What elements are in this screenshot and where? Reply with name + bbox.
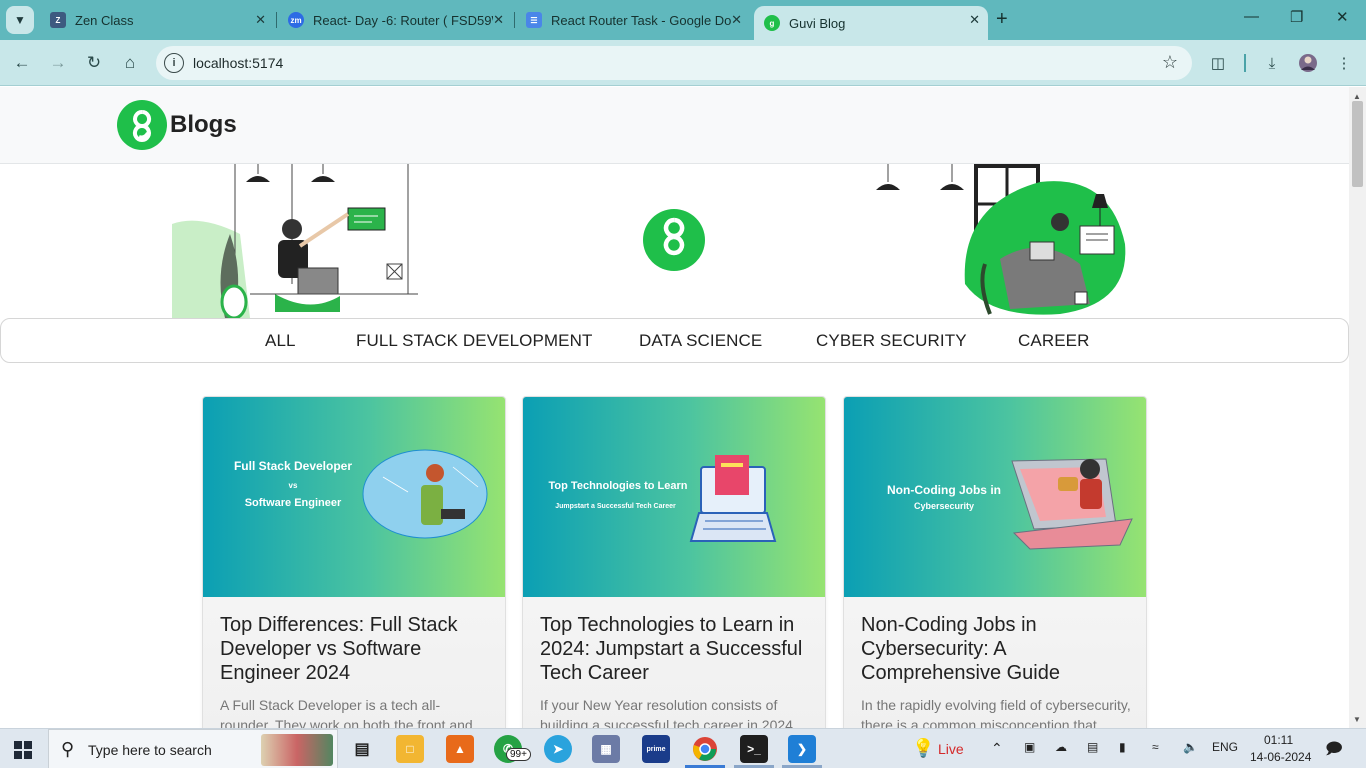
telegram-icon[interactable]: ➤: [544, 735, 572, 763]
chevron-down-icon: ▼: [14, 13, 26, 27]
category-full-stack-development[interactable]: FULL STACK DEVELOPMENT: [356, 331, 592, 351]
calculator-icon[interactable]: ▦: [592, 735, 620, 763]
card-title[interactable]: Top Technologies to Learn in 2024: Jumps…: [540, 613, 810, 685]
zoom-favicon-icon: zm: [288, 12, 304, 28]
tab-search-button[interactable]: ▼: [6, 6, 34, 34]
card-banner-image: Full Stack Developer vs Software Enginee…: [203, 397, 505, 597]
blog-card-top-technologies[interactable]: Top Technologies to Learn Jumpstart a Su…: [522, 396, 826, 728]
tab-zoom-recording[interactable]: zm React- Day -6: Router ( FSD59W ✕: [278, 6, 512, 34]
laptop-book-illustration-icon: [689, 455, 777, 542]
tab-guvi-blog[interactable]: g Guvi Blog ✕: [754, 6, 988, 40]
card-banner-image: Non-Coding Jobs in Cybersecurity: [844, 397, 1146, 597]
guvi-favicon-icon: g: [764, 15, 780, 31]
live-label[interactable]: Live: [938, 741, 964, 757]
vscode-icon[interactable]: ❯: [788, 735, 816, 763]
blog-card-full-stack-vs-software-engineer[interactable]: Full Stack Developer vs Software Enginee…: [202, 396, 506, 728]
extensions-puzzle-icon[interactable]: ◫: [1206, 52, 1230, 74]
clock-date[interactable]: 14-06-2024: [1250, 750, 1311, 764]
card-title[interactable]: Non-Coding Jobs in Cybersecurity: A Comp…: [861, 613, 1131, 685]
prime-video-icon[interactable]: prime: [642, 735, 670, 763]
terminal-icon[interactable]: >_: [740, 735, 768, 763]
close-tab-icon[interactable]: ✕: [255, 12, 266, 28]
scroll-up-arrow-icon[interactable]: ▲: [1353, 92, 1361, 101]
language-indicator[interactable]: ENG: [1212, 740, 1238, 754]
category-nav: ALL FULL STACK DEVELOPMENT DATA SCIENCE …: [0, 318, 1349, 363]
browser-toolbar: ← → ↻ ⌂ i localhost:5174 ☆ ◫ ⤓ ⋮: [0, 40, 1366, 86]
meet-now-icon[interactable]: ▣: [1024, 740, 1035, 754]
scroll-thumb[interactable]: [1352, 101, 1363, 187]
tab-title: React- Day -6: Router ( FSD59W: [313, 12, 493, 28]
developer-illustration-icon: [362, 449, 488, 539]
card-description: A Full Stack Developer is a tech all-rou…: [220, 697, 473, 728]
category-all[interactable]: ALL: [265, 331, 296, 351]
restore-icon[interactable]: ❐: [1290, 8, 1303, 26]
logo-text: Blogs: [170, 111, 237, 138]
live-lightbulb-icon[interactable]: 💡: [912, 738, 934, 759]
windows-taskbar: ⚲ Type here to search ▤ □ ▲ ✆ 99+ ➤ ▦ pr…: [0, 728, 1366, 768]
show-hidden-icons-chevron-icon[interactable]: ⌃: [991, 740, 1003, 757]
card-description: In the rapidly evolving field of cyberse…: [861, 697, 1131, 728]
display-icon[interactable]: ▤: [1087, 740, 1098, 754]
battery-icon[interactable]: ▮: [1119, 740, 1126, 754]
card-banner-image: Top Technologies to Learn Jumpstart a Su…: [523, 397, 825, 597]
taskbar-search-box[interactable]: ⚲ Type here to search: [48, 729, 338, 768]
category-data-science[interactable]: DATA SCIENCE: [639, 331, 762, 351]
search-icon: ⚲: [61, 739, 75, 759]
scroll-down-arrow-icon[interactable]: ▼: [1353, 715, 1361, 724]
category-cyber-security[interactable]: CYBER SECURITY: [816, 331, 967, 351]
guvi-logo-icon: [117, 100, 167, 150]
category-career[interactable]: CAREER: [1018, 331, 1089, 351]
task-view-icon[interactable]: ▤: [348, 735, 376, 763]
chrome-icon[interactable]: [691, 735, 719, 763]
site-info-icon[interactable]: i: [164, 53, 184, 73]
site-header: Blogs: [0, 87, 1349, 164]
zen-class-favicon-icon: Z: [50, 12, 66, 28]
hero-illustration: [172, 164, 1126, 320]
guvi-blogs-logo[interactable]: Blogs: [117, 100, 237, 150]
volume-muted-icon[interactable]: 🔈: [1183, 740, 1198, 754]
google-docs-favicon-icon: ☰: [526, 12, 542, 28]
downloads-icon[interactable]: ⤓: [1260, 52, 1284, 74]
minimize-icon[interactable]: —: [1244, 8, 1259, 25]
tab-zen-class[interactable]: Z Zen Class ✕: [40, 6, 274, 34]
kebab-menu-icon[interactable]: ⋮: [1332, 52, 1356, 74]
clock-time[interactable]: 01:11: [1264, 733, 1293, 747]
close-tab-icon[interactable]: ✕: [731, 12, 742, 28]
back-arrow-icon[interactable]: ←: [11, 52, 33, 74]
windows-start-icon[interactable]: [14, 741, 32, 764]
blog-card-non-coding-cybersecurity[interactable]: Non-Coding Jobs in Cybersecurity Non-Cod…: [843, 396, 1147, 728]
whatsapp-notification-badge: 99+: [506, 748, 531, 761]
browser-tab-strip: ▼ Z Zen Class ✕ zm React- Day -6: Router…: [0, 0, 1366, 40]
tab-google-doc[interactable]: ☰ React Router Task - Google Doc ✕: [516, 6, 750, 34]
notifications-icon[interactable]: 🗩: [1325, 738, 1343, 765]
page-scrollbar[interactable]: ▲ ▼: [1349, 87, 1366, 728]
tab-title: Guvi Blog: [789, 15, 846, 31]
card-title[interactable]: Top Differences: Full Stack Developer vs…: [220, 613, 490, 685]
card-description: If your New Year resolution consists of …: [540, 697, 793, 728]
tab-title: Zen Class: [75, 12, 134, 28]
close-window-icon[interactable]: ✕: [1336, 8, 1349, 26]
search-highlight-books-icon: [261, 734, 333, 766]
home-icon[interactable]: ⌂: [119, 52, 141, 74]
bookmark-star-icon[interactable]: ☆: [1162, 52, 1178, 73]
onedrive-cloud-icon[interactable]: ☁: [1055, 740, 1067, 754]
wifi-icon[interactable]: ≈: [1152, 740, 1159, 754]
close-tab-icon[interactable]: ✕: [493, 12, 504, 28]
close-tab-icon[interactable]: ✕: [969, 12, 980, 28]
web-page: Blogs ALL FULL STACK DEVELOPMENT DATA SC…: [0, 87, 1349, 728]
reload-icon[interactable]: ↻: [83, 52, 105, 74]
address-bar[interactable]: i localhost:5174 ☆: [156, 46, 1192, 80]
tab-title: React Router Task - Google Doc: [551, 12, 731, 28]
new-tab-button[interactable]: +: [996, 8, 1008, 31]
taskbar-search-placeholder: Type here to search: [88, 742, 212, 758]
profile-avatar[interactable]: [1296, 52, 1320, 74]
hero-banner: [0, 164, 1349, 320]
matlab-icon[interactable]: ▲: [446, 735, 474, 763]
hacker-laptop-illustration-icon: [1011, 458, 1133, 550]
url-text[interactable]: localhost:5174: [193, 55, 283, 71]
file-explorer-icon[interactable]: □: [396, 735, 424, 763]
forward-arrow-icon[interactable]: →: [47, 52, 69, 74]
